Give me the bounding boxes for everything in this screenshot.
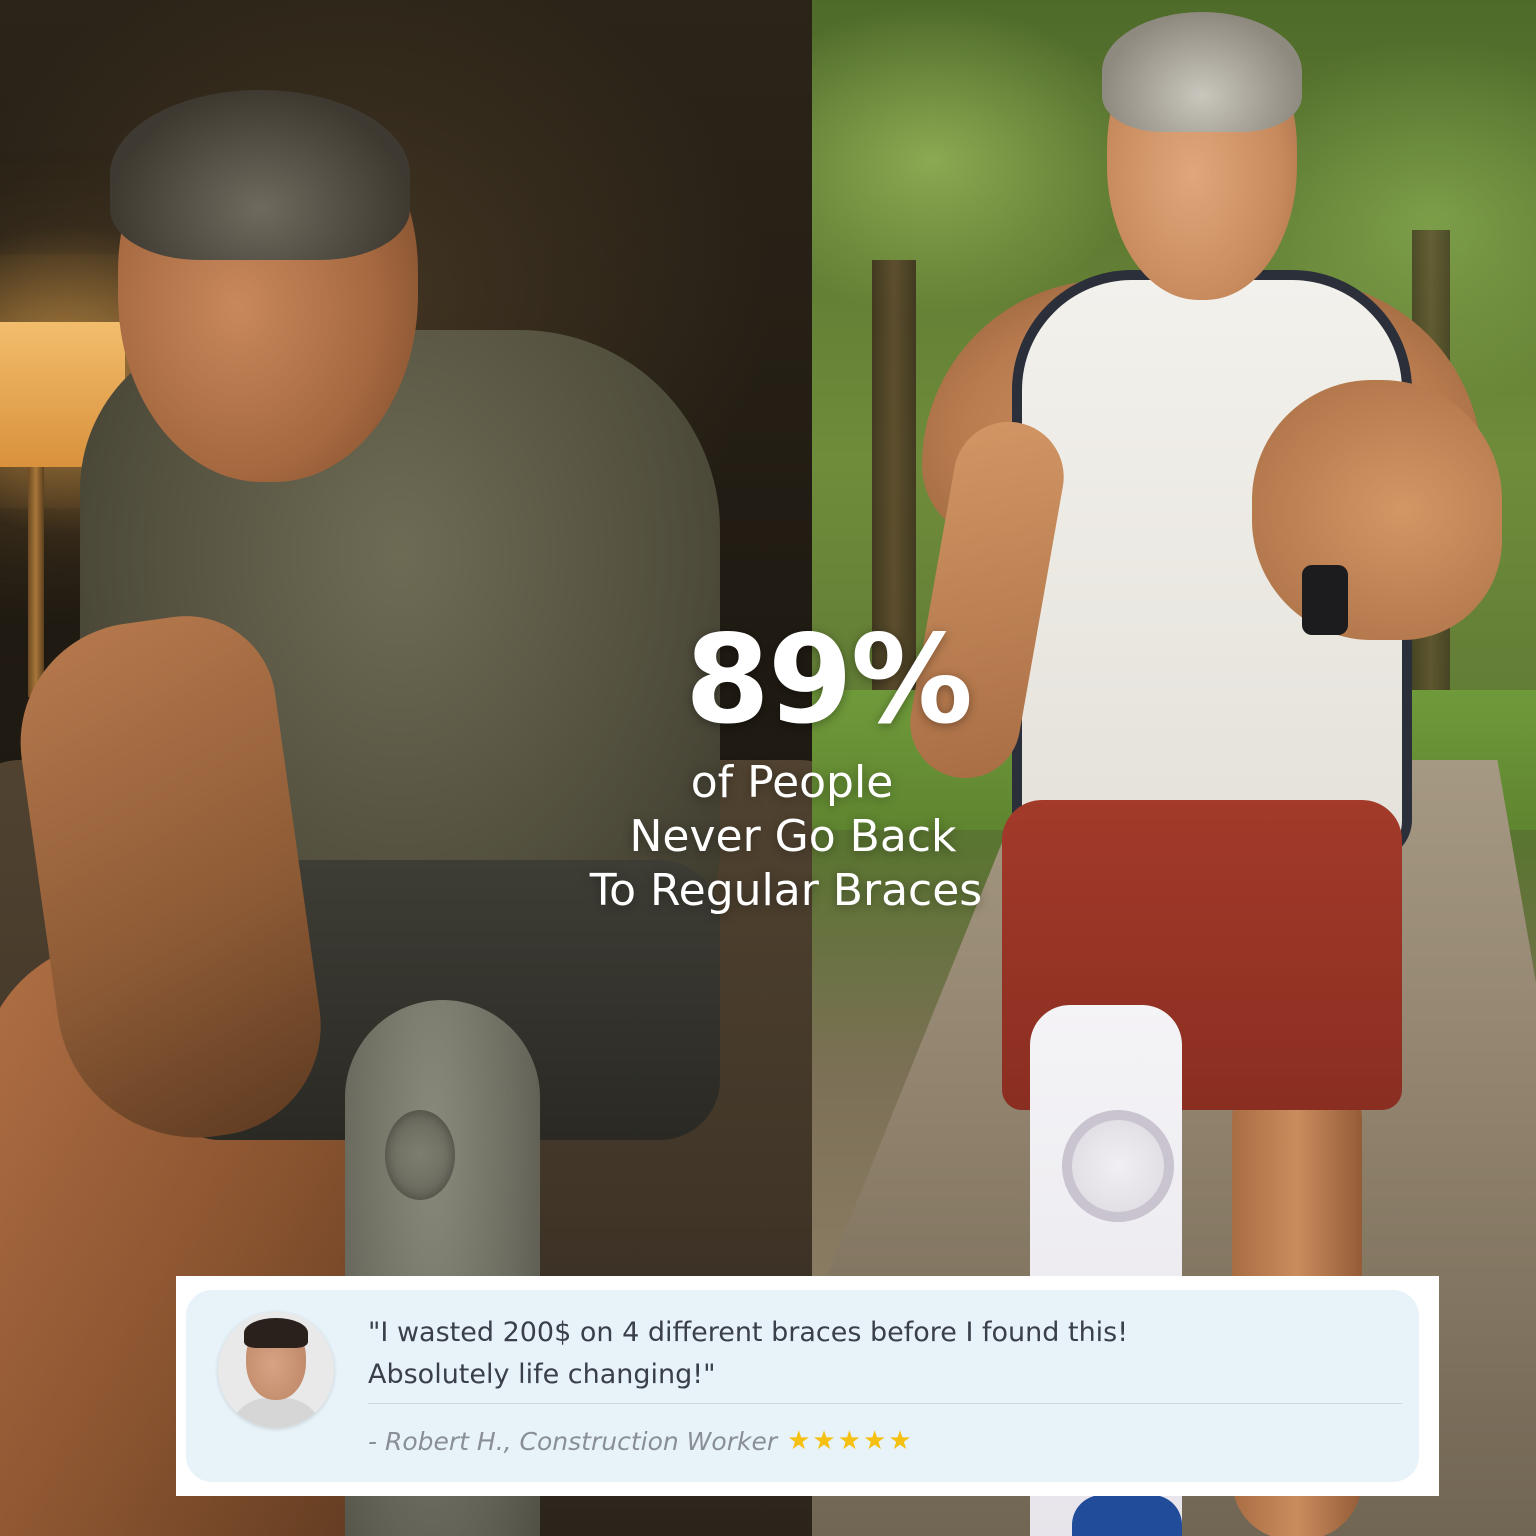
smartwatch: [1302, 565, 1348, 635]
quote-line-2: Absolutely life changing!": [368, 1359, 716, 1390]
knee-brace-pad: [1062, 1110, 1174, 1222]
avatar-shoulders: [228, 1398, 324, 1428]
quote-line-1: "I wasted 200$ on 4 different braces bef…: [368, 1317, 1129, 1348]
testimonial-attribution: - Robert H., Construction Worker ★★★★★: [368, 1424, 914, 1459]
running-shoe: [1072, 1495, 1182, 1536]
lamp-stem: [28, 467, 44, 697]
runner-arm-right: [1252, 380, 1502, 640]
testimonial-quote: "I wasted 200$ on 4 different braces bef…: [368, 1312, 1388, 1396]
headline: 89% of People Never Go Back To Regular B…: [520, 610, 1120, 918]
headline-line-2: Never Go Back: [629, 811, 957, 862]
divider: [368, 1403, 1402, 1404]
testimonial-frame: "I wasted 200$ on 4 different braces bef…: [176, 1276, 1439, 1496]
seated-man-hair: [110, 90, 410, 260]
regular-knee-sleeve-pad: [385, 1110, 455, 1200]
ad-canvas: 89% of People Never Go Back To Regular B…: [0, 0, 1536, 1536]
headline-line-3: To Regular Braces: [589, 865, 983, 916]
star-rating-icon: ★★★★★: [787, 1426, 914, 1456]
testimonial-card: "I wasted 200$ on 4 different braces bef…: [186, 1290, 1419, 1482]
headline-line-1: of People: [690, 757, 894, 808]
runner-hair: [1102, 12, 1302, 132]
headline-stat: 89%: [684, 609, 973, 751]
avatar-hair: [244, 1318, 308, 1348]
attribution-text: - Robert H., Construction Worker: [368, 1427, 778, 1456]
person-avatar: [218, 1312, 334, 1428]
